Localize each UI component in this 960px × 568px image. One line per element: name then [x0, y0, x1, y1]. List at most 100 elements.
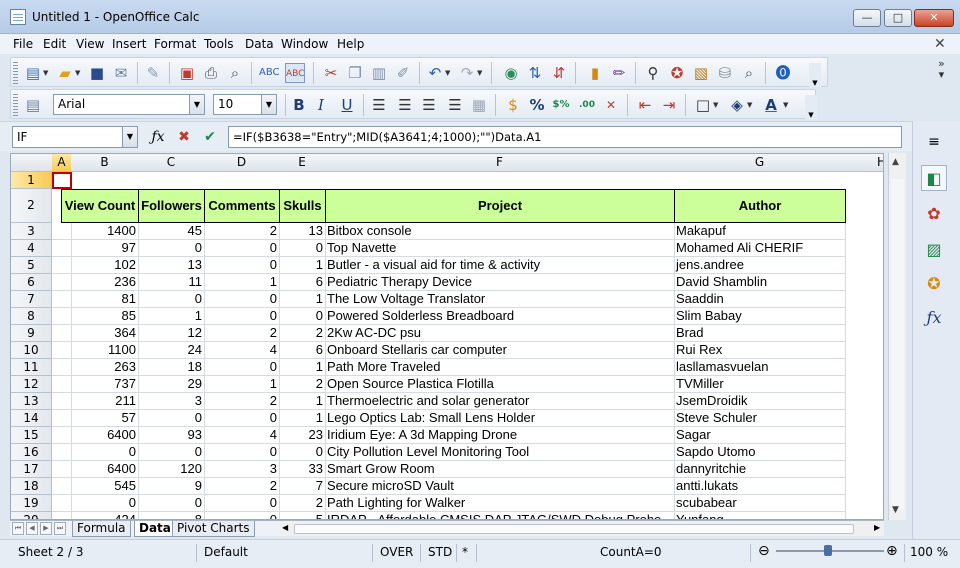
cell-author[interactable]: dannyritchie [674, 461, 846, 478]
edit-file-icon[interactable]: ✎ [143, 63, 163, 83]
column-header-c[interactable]: C [138, 154, 205, 172]
close-window-button[interactable]: ✕ [914, 9, 954, 27]
autospellcheck-icon[interactable]: ABC [285, 63, 305, 83]
sheet-tab-formula[interactable]: Formula [72, 521, 131, 537]
sidebar-menu-icon[interactable]: ≡ [921, 129, 947, 155]
function-wizard-icon[interactable]: ƒx [148, 127, 168, 147]
cell-project[interactable]: 2Kw AC-DC psu [325, 325, 675, 342]
cell-a[interactable] [52, 444, 72, 461]
cell-author[interactable]: lasllamasvuelan [674, 359, 846, 376]
cell-view-count[interactable]: 102 [71, 257, 139, 274]
cell-view-count[interactable]: 85 [71, 308, 139, 325]
header-followers[interactable]: Followers [138, 189, 205, 223]
delete-decimal-icon[interactable]: ✕ [601, 95, 621, 115]
currency-format-icon[interactable]: $ [503, 95, 523, 115]
row-header[interactable]: 10 [11, 342, 52, 359]
toolbar-grip[interactable] [13, 94, 18, 116]
cell-comments[interactable]: 0 [204, 495, 280, 512]
row-header[interactable]: 19 [11, 495, 52, 512]
cell-project[interactable]: Iridium Eye: A 3d Mapping Drone [325, 427, 675, 444]
find-binoculars-icon[interactable]: ⚲ [643, 63, 663, 83]
cell-view-count[interactable]: 737 [71, 376, 139, 393]
styles-formatting-icon[interactable]: ▤ [23, 95, 43, 115]
cell-a[interactable] [52, 342, 72, 359]
cell-project[interactable]: The Low Voltage Translator [325, 291, 675, 308]
cell-author[interactable]: Sapdo Utomo [674, 444, 846, 461]
cell-a[interactable] [52, 393, 72, 410]
cell-skulls[interactable]: 1 [279, 393, 326, 410]
properties-icon[interactable]: ◧ [921, 165, 947, 191]
last-sheet-icon[interactable]: ⏭ [54, 522, 66, 535]
cell-followers[interactable]: 0 [138, 495, 205, 512]
next-sheet-icon[interactable]: ▶ [40, 522, 52, 535]
cell-comments[interactable]: 0 [204, 359, 280, 376]
cell-comments[interactable]: 4 [204, 342, 280, 359]
cell-project[interactable]: Open Source Plastica Flotilla [325, 376, 675, 393]
cell-author[interactable]: Steve Schuler [674, 410, 846, 427]
column-header-e[interactable]: E [279, 154, 326, 172]
cell-comments[interactable]: 0 [204, 512, 280, 519]
cell-followers[interactable]: 0 [138, 291, 205, 308]
cell-skulls[interactable]: 2 [279, 376, 326, 393]
background-color-icon[interactable]: ◈ [727, 95, 747, 115]
row-header[interactable]: 17 [11, 461, 52, 478]
percent-format-icon[interactable]: % [527, 95, 547, 115]
cell-view-count[interactable]: 545 [71, 478, 139, 495]
cell-view-count[interactable]: 1100 [71, 342, 139, 359]
cell-author[interactable]: Makapuf [674, 223, 846, 240]
cell-a[interactable] [52, 308, 72, 325]
cell-skulls[interactable]: 1 [279, 410, 326, 427]
cell-skulls[interactable]: 5 [279, 512, 326, 519]
cell-followers[interactable]: 120 [138, 461, 205, 478]
selection-mode[interactable]: STD [428, 545, 452, 559]
gallery-icon[interactable]: ▨ [921, 237, 947, 263]
cell-skulls[interactable]: 0 [279, 444, 326, 461]
menu-view[interactable]: View [76, 37, 104, 51]
font-size-combo[interactable]: 10 ▼ [213, 94, 277, 115]
cell-followers[interactable]: 9 [138, 478, 205, 495]
menu-data[interactable]: Data [245, 37, 274, 51]
first-sheet-icon[interactable]: ⏮ [12, 522, 24, 535]
zoom-icon[interactable]: ⌕ [739, 63, 759, 83]
horizontal-scroll-thumb[interactable] [294, 524, 854, 534]
cell-a[interactable] [52, 495, 72, 512]
cell-comments[interactable]: 2 [204, 223, 280, 240]
vertical-scrollbar[interactable]: ▲ ▼ [888, 153, 906, 520]
close-document-icon[interactable]: ✕ [934, 36, 946, 52]
cell-followers[interactable]: 18 [138, 359, 205, 376]
header-author[interactable]: Author [674, 189, 846, 223]
name-box[interactable]: IF ▼ [12, 126, 138, 148]
cell-a[interactable] [52, 325, 72, 342]
menu-format[interactable]: Format [154, 37, 196, 51]
cell-project[interactable]: Secure microSD Vault [325, 478, 675, 495]
accept-icon[interactable]: ✔ [200, 127, 220, 147]
cell-view-count[interactable]: 81 [71, 291, 139, 308]
sheet-tab-pivot-charts[interactable]: Pivot Charts [172, 521, 255, 537]
help-icon[interactable]: ⓿ [773, 63, 793, 83]
open-dropdown-icon[interactable]: ▼ [75, 63, 83, 83]
cell-followers[interactable]: 0 [138, 240, 205, 257]
export-pdf-icon[interactable]: ▣ [177, 63, 197, 83]
navigator-icon[interactable]: ✪ [667, 63, 687, 83]
row-header[interactable]: 6 [11, 274, 52, 291]
scroll-down-icon[interactable]: ▼ [892, 505, 899, 515]
justify-icon[interactable]: ☰ [445, 95, 465, 115]
menu-help[interactable]: Help [337, 37, 364, 51]
align-right-icon[interactable]: ☰ [419, 95, 439, 115]
cell-project[interactable]: City Pollution Level Monitoring Tool [325, 444, 675, 461]
maximize-button[interactable]: □ [884, 9, 912, 27]
cell-project[interactable]: IRDAP - Affordable CMSIS DAP JTAG/SWD De… [325, 512, 675, 519]
scroll-up-icon[interactable]: ▲ [892, 157, 899, 167]
active-cell-a1[interactable] [52, 172, 72, 189]
navigator-icon[interactable]: ✪ [921, 271, 947, 297]
cell-comments[interactable]: 0 [204, 444, 280, 461]
cell-project[interactable]: Top Navette [325, 240, 675, 257]
cell-view-count[interactable]: 211 [71, 393, 139, 410]
cell-skulls[interactable]: 2 [279, 495, 326, 512]
cell-comments[interactable]: 0 [204, 257, 280, 274]
cell-view-count[interactable]: 6400 [71, 461, 139, 478]
cell-author[interactable]: Mohamed Ali CHERIF [674, 240, 846, 257]
cell-project[interactable]: Smart Grow Room [325, 461, 675, 478]
cell-followers[interactable]: 12 [138, 325, 205, 342]
cell-author[interactable]: Rui Rex [674, 342, 846, 359]
